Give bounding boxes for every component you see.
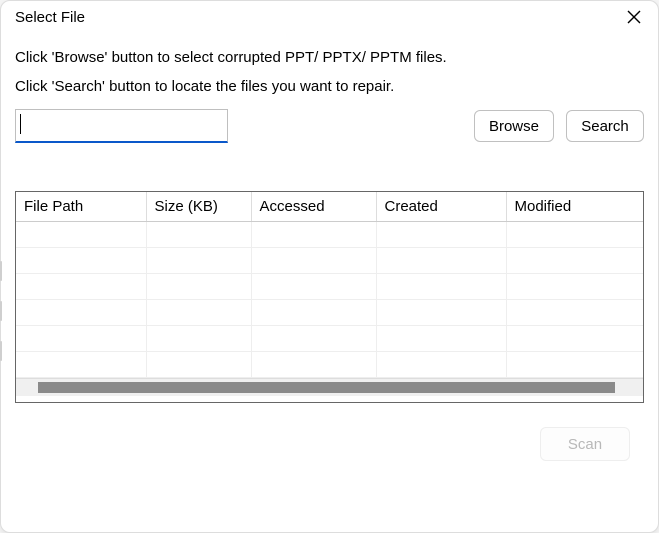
dialog-footer: Scan	[15, 403, 644, 481]
file-table: File Path Size (KB) Accessed Created Mod…	[15, 191, 644, 403]
scrollbar-thumb[interactable]	[38, 382, 615, 393]
edge-artifact	[0, 301, 2, 321]
close-icon[interactable]	[624, 7, 644, 27]
title-bar: Select File	[1, 1, 658, 31]
instruction-search: Click 'Search' button to locate the file…	[15, 78, 644, 95]
table-row[interactable]	[16, 352, 643, 378]
select-file-dialog: Select File Click 'Browse' button to sel…	[0, 0, 659, 533]
table-header-row: File Path Size (KB) Accessed Created Mod…	[16, 192, 643, 222]
table-row[interactable]	[16, 300, 643, 326]
table-row[interactable]	[16, 222, 643, 248]
scan-button: Scan	[540, 427, 630, 461]
path-input-wrap	[15, 109, 462, 143]
instruction-browse: Click 'Browse' button to select corrupte…	[15, 49, 644, 66]
col-modified[interactable]: Modified	[506, 192, 643, 222]
browse-button[interactable]: Browse	[474, 110, 554, 142]
file-table-grid: File Path Size (KB) Accessed Created Mod…	[16, 192, 643, 378]
input-row: Browse Search	[15, 109, 644, 143]
table-row[interactable]	[16, 248, 643, 274]
col-file-path[interactable]: File Path	[16, 192, 146, 222]
table-row[interactable]	[16, 326, 643, 352]
file-path-input[interactable]	[15, 109, 228, 143]
horizontal-scrollbar[interactable]	[16, 378, 643, 396]
table-row[interactable]	[16, 274, 643, 300]
text-caret	[20, 114, 21, 134]
edge-artifact	[0, 341, 2, 361]
col-accessed[interactable]: Accessed	[251, 192, 376, 222]
col-size[interactable]: Size (KB)	[146, 192, 251, 222]
search-button[interactable]: Search	[566, 110, 644, 142]
dialog-title: Select File	[15, 9, 85, 26]
dialog-content: Click 'Browse' button to select corrupte…	[1, 31, 658, 532]
table-body	[16, 222, 643, 378]
edge-artifact	[0, 261, 2, 281]
col-created[interactable]: Created	[376, 192, 506, 222]
